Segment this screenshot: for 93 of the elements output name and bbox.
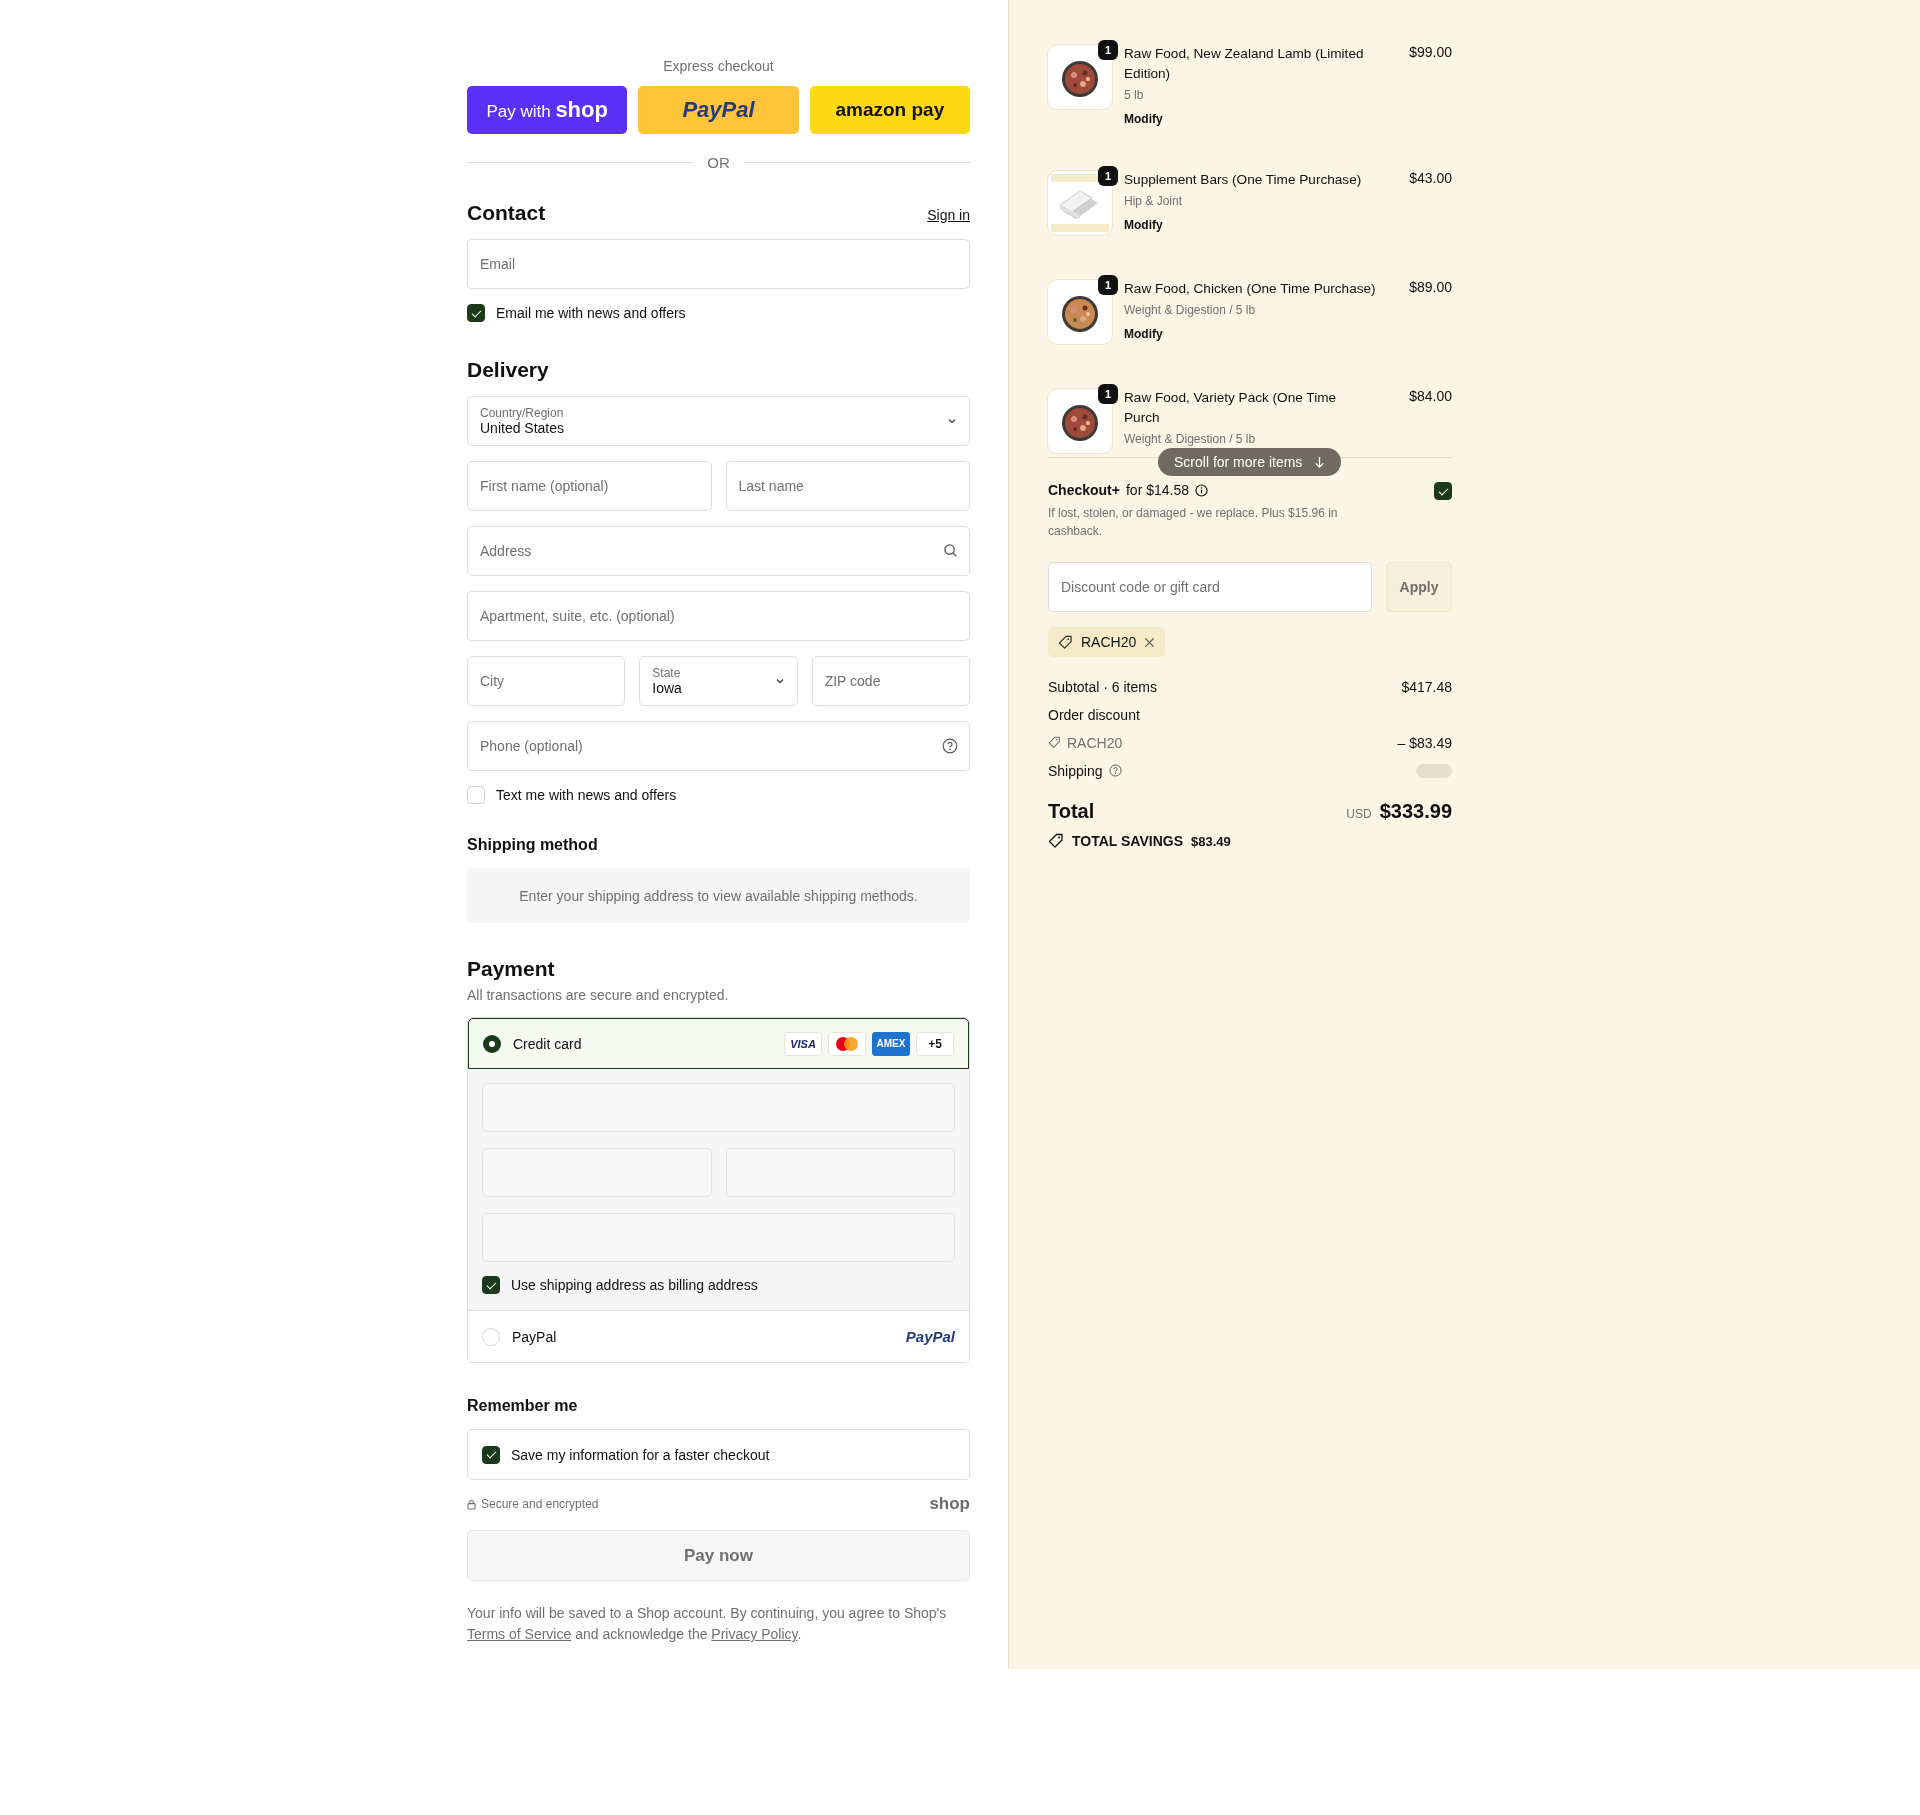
- sign-in-link[interactable]: Sign in: [927, 207, 970, 223]
- input-field[interactable]: Apartment, suite, etc. (optional): [467, 591, 970, 641]
- section-heading: Contact: [467, 201, 546, 225]
- product-variant: Weight & Digestion / 5 lb: [1124, 303, 1257, 317]
- summary-value: – $83.49: [1397, 734, 1452, 751]
- search-icon: [943, 543, 958, 558]
- product-price: $89.00: [1408, 279, 1452, 297]
- quantity-badge: 1: [1098, 384, 1118, 404]
- mastercard-icon: [828, 1031, 866, 1056]
- visa-badge: VISA: [784, 1031, 822, 1056]
- input-field[interactable]: Address: [467, 526, 970, 576]
- quantity-badge: 1: [1098, 40, 1118, 60]
- radio-button[interactable]: [483, 1034, 501, 1053]
- currency-label: USD: [1346, 807, 1372, 821]
- shipping-notice: Enter your shipping address to view available shipping methods.: [467, 868, 970, 923]
- select-field[interactable]: State Iowa: [639, 656, 798, 706]
- input-field[interactable]: Last name: [725, 461, 970, 511]
- checkbox[interactable]: [1434, 482, 1452, 500]
- modify-link[interactable]: Modify: [1124, 112, 1163, 126]
- checkbox[interactable]: [467, 304, 485, 322]
- summary-label: Subtotal · 6 items: [1048, 678, 1157, 695]
- close-icon[interactable]: [1144, 636, 1156, 648]
- product-price: $43.00: [1408, 170, 1452, 188]
- more-cards-badge: +5: [916, 1031, 954, 1056]
- payment-option-label: PayPal: [512, 1328, 558, 1345]
- payment-subtitle: All transactions are secure and encrypted.: [467, 987, 730, 1003]
- info-icon[interactable]: [1195, 483, 1209, 497]
- section-heading: Payment: [467, 957, 556, 981]
- tag-icon: [1058, 634, 1073, 650]
- arrow-down-icon: [1314, 455, 1326, 469]
- input-field[interactable]: Phone (optional): [467, 721, 970, 771]
- shop-logo: shop: [929, 1494, 970, 1514]
- quantity-badge: 1: [1098, 275, 1118, 295]
- section-heading: Shipping method: [467, 836, 599, 854]
- input-field[interactable]: City: [467, 656, 626, 706]
- input-field[interactable]: Email: [467, 239, 970, 289]
- secure-note: Secure and encrypted: [481, 1497, 599, 1511]
- lock-icon: [467, 1498, 476, 1510]
- product-variant: Weight & Digestion / 5 lb: [1124, 432, 1257, 446]
- quantity-badge: 1: [1098, 166, 1118, 186]
- modify-link[interactable]: Modify: [1124, 327, 1163, 341]
- legal-text: Your info will be saved to a Shop account. By continuing, you agree to Shop's Terms of Service and acknowledge the Privacy Policy.: [467, 1604, 948, 1644]
- summary-label: Shipping: [1048, 762, 1103, 779]
- select-field[interactable]: Country/Region United States: [467, 396, 970, 446]
- checkbox[interactable]: [482, 1445, 500, 1464]
- summary-label: Order discount: [1048, 706, 1140, 723]
- modify-link[interactable]: Modify: [1124, 218, 1163, 232]
- tag-icon: [1048, 736, 1061, 749]
- product-name: Supplement Bars (One Time Purchase): [1124, 171, 1363, 189]
- checkbox-label: Email me with news and offers: [496, 305, 686, 321]
- input-field[interactable]: First name (optional): [467, 461, 712, 511]
- product-name: Raw Food, New Zealand Lamb (Limited Edition): [1124, 45, 1365, 83]
- paypal-logo: PayPal: [905, 1328, 955, 1345]
- help-icon[interactable]: [942, 738, 958, 754]
- total-label: Total: [1048, 800, 1095, 823]
- checkbox-label: Save my information for a faster checkout: [511, 1446, 770, 1463]
- summary-value: $417.48: [1401, 678, 1452, 695]
- tag-icon: [1048, 833, 1064, 849]
- apply-button[interactable]: Apply: [1386, 562, 1452, 612]
- chevron-icon: [947, 416, 957, 426]
- checkbox-label: Text me with news and offers: [496, 787, 677, 803]
- express-checkout-label: Express checkout: [663, 58, 774, 74]
- savings-amount: $83.49: [1191, 833, 1231, 849]
- input-field[interactable]: ZIP code: [811, 656, 970, 706]
- product-variant: Hip & Joint: [1124, 194, 1184, 208]
- section-heading: Remember me: [467, 1397, 579, 1415]
- protection-title: Checkout+: [1048, 482, 1120, 498]
- divider-label: OR: [707, 154, 730, 171]
- help-icon[interactable]: [1108, 764, 1122, 777]
- section-heading: Delivery: [467, 358, 549, 382]
- amazon-pay-button[interactable]: amazon pay: [809, 86, 970, 134]
- discount-field[interactable]: Discount code or gift card: [1048, 562, 1372, 612]
- protection-price: for $14.58: [1125, 482, 1190, 498]
- amex-badge: AMEX: [872, 1031, 910, 1056]
- discount-code: RACH20: [1067, 734, 1123, 751]
- total-amount: $333.99: [1379, 800, 1452, 823]
- product-price: $84.00: [1408, 388, 1452, 406]
- product-variant: 5 lb: [1124, 88, 1145, 102]
- protection-description: If lost, stolen, or damaged - we replace. Plus $15.96 in cashback.: [1048, 505, 1339, 540]
- checkbox[interactable]: [482, 1276, 500, 1294]
- chevron-icon: [774, 676, 785, 686]
- discount-code: RACH20: [1081, 634, 1137, 650]
- payment-option-label: Credit card: [513, 1035, 583, 1052]
- terms-link[interactable]: Terms of Service: [467, 1626, 572, 1642]
- shop-pay-button[interactable]: Pay with shop: [467, 86, 628, 134]
- product-name: Raw Food, Chicken (One Time Purchase): [1124, 280, 1377, 298]
- product-price: $99.00: [1408, 44, 1452, 62]
- payment-option[interactable]: Credit card VISA AMEX +5: [468, 1018, 969, 1069]
- product-name: Raw Food, Variety Pack (One Time Purch: [1124, 389, 1338, 427]
- paypal-button[interactable]: PayPal: [638, 86, 799, 134]
- savings-label: TOTAL SAVINGS: [1072, 833, 1183, 849]
- scroll-hint[interactable]: Scroll for more items: [1158, 448, 1342, 476]
- checkbox-label: Use shipping address as billing address: [511, 1277, 758, 1293]
